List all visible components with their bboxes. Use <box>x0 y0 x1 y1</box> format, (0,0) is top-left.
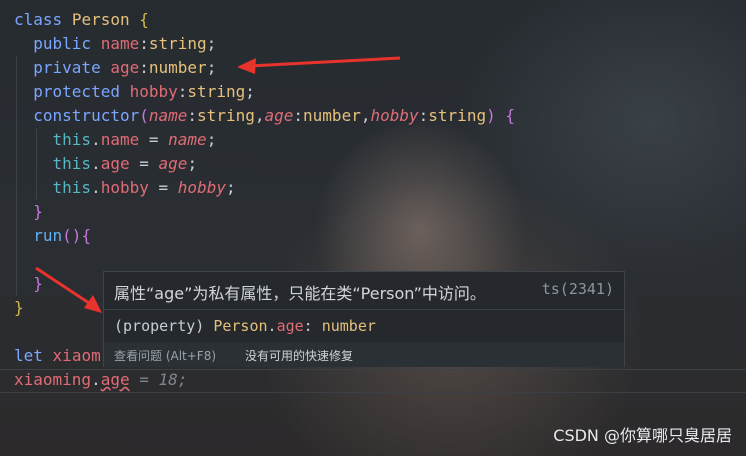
arrow-error-usage <box>35 266 102 313</box>
watermark: CSDN @你算哪只臭居居 <box>553 426 732 445</box>
annotation-arrows <box>35 56 401 313</box>
arrow-age-declaration <box>237 56 401 74</box>
